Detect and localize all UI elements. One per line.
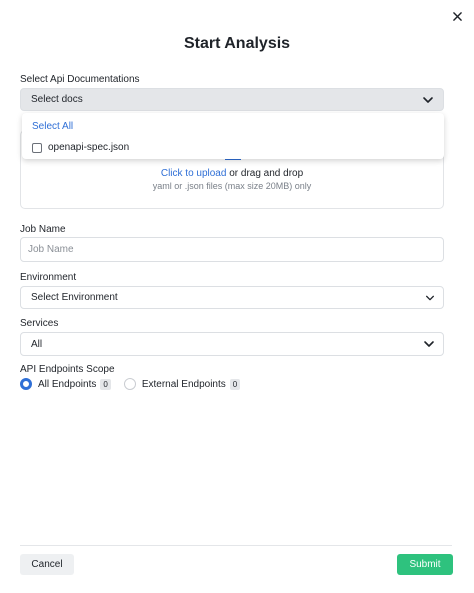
cancel-button[interactable]: Cancel [20, 554, 74, 575]
services-select[interactable]: All [20, 332, 444, 356]
close-button[interactable] [446, 5, 468, 27]
count-badge: 0 [100, 378, 111, 390]
select-all-option[interactable]: Select All [32, 121, 73, 132]
select-docs-value: Select docs [31, 94, 83, 105]
chevron-down-icon [426, 295, 434, 301]
doc-option-checkbox[interactable] [32, 142, 42, 153]
footer-divider [20, 545, 452, 546]
chevron-down-icon [423, 97, 433, 103]
count-badge: 0 [229, 378, 241, 390]
job-name-label: Job Name [20, 224, 66, 235]
scope-radio-group: All Endpoints 0 External Endpoints 0 [20, 378, 241, 390]
modal-title: Start Analysis [183, 35, 291, 52]
scope-label: API Endpoints Scope [20, 364, 115, 375]
drag-drop-text: or drag and drop [226, 168, 304, 179]
click-to-upload-link[interactable]: Click to upload [161, 168, 227, 179]
scope-option-all[interactable]: All Endpoints 0 [20, 378, 111, 390]
radio-button[interactable] [123, 378, 136, 390]
scope-option-external[interactable]: External Endpoints 0 [123, 378, 241, 390]
chevron-down-icon [424, 341, 434, 347]
job-name-input[interactable] [20, 237, 444, 262]
api-docs-label: Select Api Documentations [20, 74, 140, 85]
scope-option-label: External Endpoints [141, 378, 226, 390]
scope-option-label: All Endpoints [38, 378, 97, 390]
docs-dropdown-menu: Select All openapi-spec.json [22, 113, 444, 159]
environment-label: Environment [20, 272, 77, 283]
doc-option-label: openapi-spec.json [48, 142, 130, 153]
upload-instruction: Click to upload or drag and drop [21, 168, 443, 179]
close-icon [452, 11, 462, 21]
submit-button[interactable]: Submit [397, 554, 453, 575]
services-select-value: All [31, 338, 43, 350]
environment-select-value: Select Environment [31, 292, 118, 303]
environment-select[interactable]: Select Environment [20, 286, 444, 309]
select-docs-dropdown[interactable]: Select docs [20, 88, 444, 111]
doc-option[interactable]: openapi-spec.json [32, 142, 129, 153]
radio-button[interactable] [20, 378, 32, 390]
services-label: Services [20, 318, 59, 329]
upload-hint: yaml or .json files (max size 20MB) only [152, 181, 312, 191]
